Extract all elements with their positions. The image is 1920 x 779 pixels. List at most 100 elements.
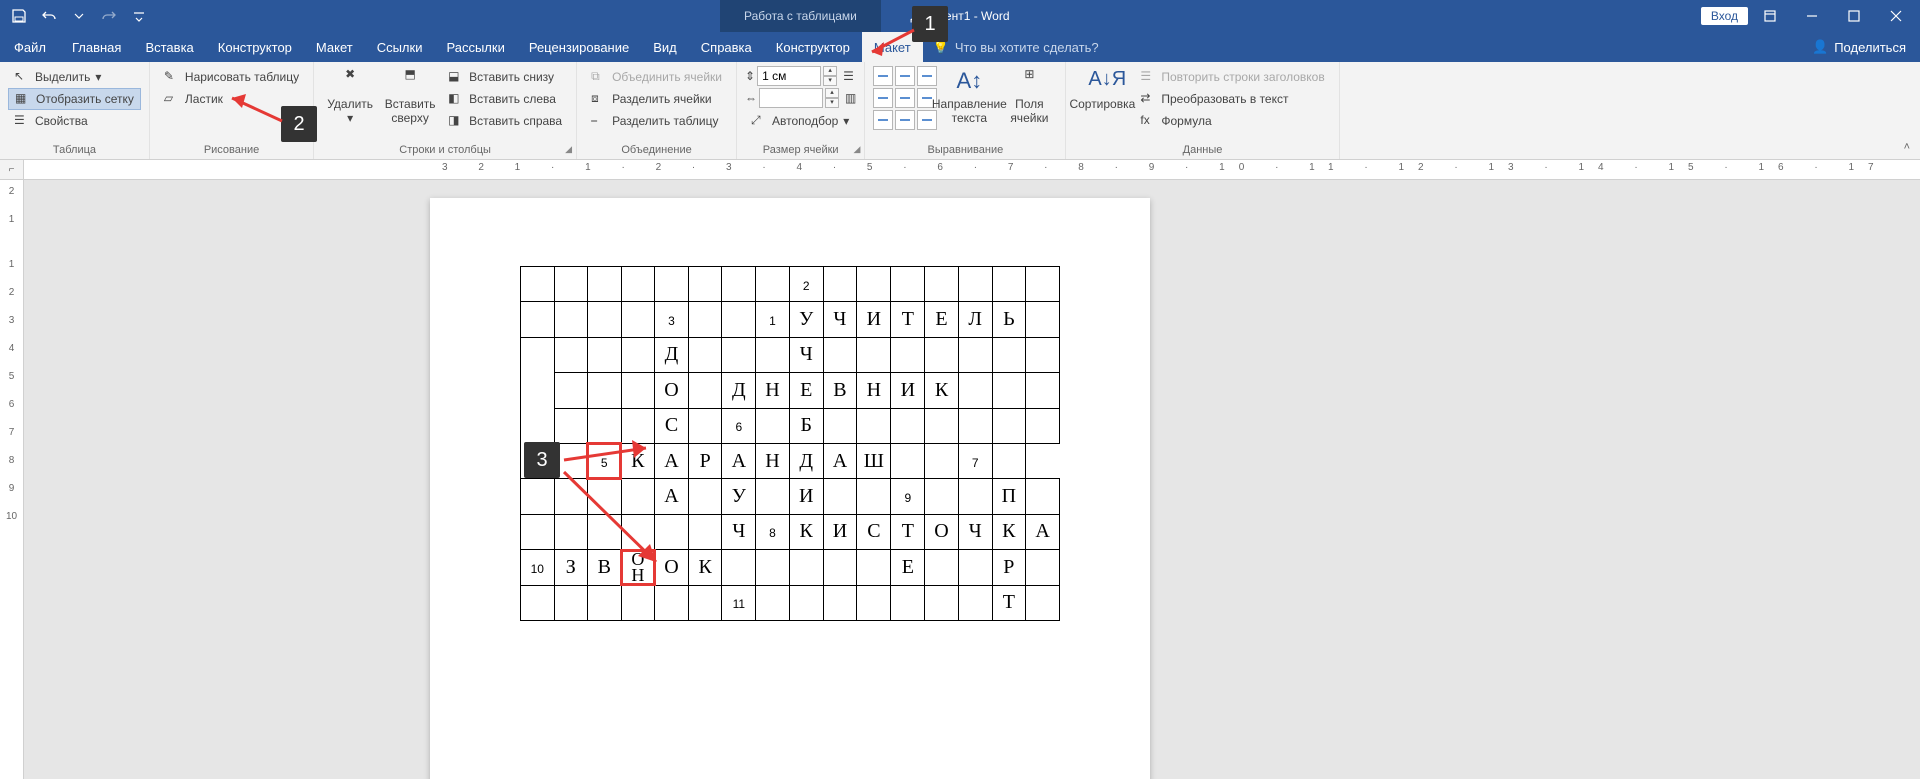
tab-view[interactable]: Вид [641, 32, 689, 62]
crossword-cell[interactable] [1026, 302, 1060, 337]
crossword-cell[interactable]: 3 [655, 302, 689, 337]
split-cells-button[interactable]: ⧈Разделить ячейки [585, 88, 728, 110]
page[interactable]: 231УЧИТЕЛЬДЧОДНЕВНИКС6Б5КАРАНДАШ7АУИ9ПЧ8… [430, 198, 1150, 779]
crossword-cell[interactable]: У [789, 302, 823, 337]
crossword-cell[interactable]: Р [688, 443, 722, 478]
crossword-cell[interactable] [722, 337, 756, 372]
text-direction-button[interactable]: A↕ Направление текста [941, 66, 997, 126]
distribute-cols-icon[interactable]: ▥ [845, 91, 856, 105]
crossword-cell[interactable] [554, 373, 587, 408]
crossword-cell[interactable] [554, 337, 587, 372]
crossword-cell[interactable]: И [823, 514, 857, 549]
crossword-cell[interactable] [925, 585, 959, 620]
crossword-cell[interactable]: А [655, 443, 689, 478]
crossword-cell[interactable] [823, 585, 857, 620]
insert-above-button[interactable]: ⬒ Вставить сверху [382, 66, 438, 126]
crossword-cell[interactable] [554, 408, 587, 443]
cell-margins-button[interactable]: ⊞ Поля ячейки [1001, 66, 1057, 126]
crossword-cell[interactable]: ОН [621, 550, 655, 585]
crossword-cell[interactable] [1026, 267, 1060, 302]
crossword-cell[interactable]: С [857, 514, 891, 549]
crossword-cell[interactable]: И [891, 373, 925, 408]
crossword-cell[interactable] [1026, 479, 1060, 514]
crossword-cell[interactable]: 2 [789, 267, 823, 302]
crossword-cell[interactable]: Ч [823, 302, 857, 337]
crossword-cell[interactable]: У [722, 479, 756, 514]
crossword-cell[interactable]: О [925, 514, 959, 549]
crossword-cell[interactable] [857, 337, 891, 372]
crossword-cell[interactable]: Н [857, 373, 891, 408]
crossword-cell[interactable] [992, 267, 1026, 302]
row-height-input[interactable] [757, 66, 821, 86]
crossword-cell[interactable]: Л [958, 302, 992, 337]
crossword-cell[interactable] [823, 337, 857, 372]
crossword-cell[interactable] [655, 585, 689, 620]
align-mid-left[interactable] [873, 88, 893, 108]
crossword-cell[interactable] [789, 550, 823, 585]
crossword-cell[interactable] [1026, 408, 1060, 443]
align-bot-left[interactable] [873, 110, 893, 130]
tab-selector[interactable]: ⌐ [0, 160, 24, 179]
draw-table-button[interactable]: ✎Нарисовать таблицу [158, 66, 305, 88]
crossword-cell[interactable] [621, 302, 655, 337]
crossword-cell[interactable] [1026, 585, 1060, 620]
crossword-cell[interactable]: Р [992, 550, 1026, 585]
crossword-cell[interactable] [621, 267, 655, 302]
crossword-cell[interactable] [688, 408, 722, 443]
delete-button[interactable]: ✖ Удалить▾ [322, 66, 378, 126]
crossword-cell[interactable] [891, 267, 925, 302]
crossword-cell[interactable] [958, 408, 992, 443]
crossword-cell[interactable] [823, 408, 857, 443]
align-top-right[interactable] [917, 66, 937, 86]
qat-customize[interactable] [126, 3, 152, 29]
share-button[interactable]: 👤 Поделиться [1798, 32, 1920, 62]
crossword-cell[interactable]: Ч [958, 514, 992, 549]
crossword-cell[interactable]: Н [756, 443, 790, 478]
view-gridlines-button[interactable]: ▦Отобразить сетку [8, 88, 141, 110]
insert-below-button[interactable]: ⬓Вставить снизу [442, 66, 568, 88]
crossword-cell[interactable] [992, 373, 1026, 408]
crossword-cell[interactable]: 1 [756, 302, 790, 337]
crossword-cell[interactable] [688, 585, 722, 620]
crossword-cell[interactable]: К [621, 443, 655, 478]
crossword-cell[interactable] [722, 302, 756, 337]
tab-design[interactable]: Конструктор [206, 32, 304, 62]
crossword-cell[interactable] [554, 267, 587, 302]
vertical-ruler[interactable]: 2112345678910 [0, 180, 24, 779]
crossword-cell[interactable]: А [722, 443, 756, 478]
crossword-cell[interactable]: Б [789, 408, 823, 443]
crossword-cell[interactable] [688, 479, 722, 514]
crossword-cell[interactable] [925, 408, 959, 443]
crossword-cell[interactable]: А [823, 443, 857, 478]
crossword-cell[interactable]: В [587, 550, 621, 585]
crossword-cell[interactable]: Н [756, 373, 790, 408]
crossword-cell[interactable]: П [992, 479, 1026, 514]
crossword-cell[interactable] [891, 408, 925, 443]
crossword-cell[interactable]: А [1026, 514, 1060, 549]
split-table-button[interactable]: ⎯Разделить таблицу [585, 110, 728, 132]
crossword-cell[interactable]: Е [891, 550, 925, 585]
crossword-cell[interactable] [587, 514, 621, 549]
crossword-cell[interactable] [1026, 373, 1060, 408]
minimize-button[interactable] [1792, 0, 1832, 32]
properties-button[interactable]: ☰Свойства [8, 110, 141, 132]
crossword-cell[interactable] [958, 550, 992, 585]
convert-to-text-button[interactable]: ⇄Преобразовать в текст [1134, 88, 1330, 110]
crossword-cell[interactable] [857, 585, 891, 620]
tell-me-search[interactable]: 💡 Что вы хотите сделать? [923, 32, 1109, 62]
crossword-cell[interactable]: Т [891, 302, 925, 337]
crossword-cell[interactable] [756, 479, 790, 514]
crossword-cell[interactable] [621, 408, 655, 443]
crossword-cell[interactable] [587, 479, 621, 514]
crossword-cell[interactable]: С [655, 408, 689, 443]
align-top-left[interactable] [873, 66, 893, 86]
tab-mailings[interactable]: Рассылки [434, 32, 516, 62]
crossword-cell[interactable] [521, 267, 555, 302]
width-up[interactable]: ▴ [825, 88, 839, 98]
crossword-cell[interactable]: К [925, 373, 959, 408]
align-bot-center[interactable] [895, 110, 915, 130]
crossword-cell[interactable] [521, 585, 555, 620]
crossword-cell[interactable] [1026, 550, 1060, 585]
crossword-cell[interactable]: К [688, 550, 722, 585]
crossword-cell[interactable]: А [655, 479, 689, 514]
